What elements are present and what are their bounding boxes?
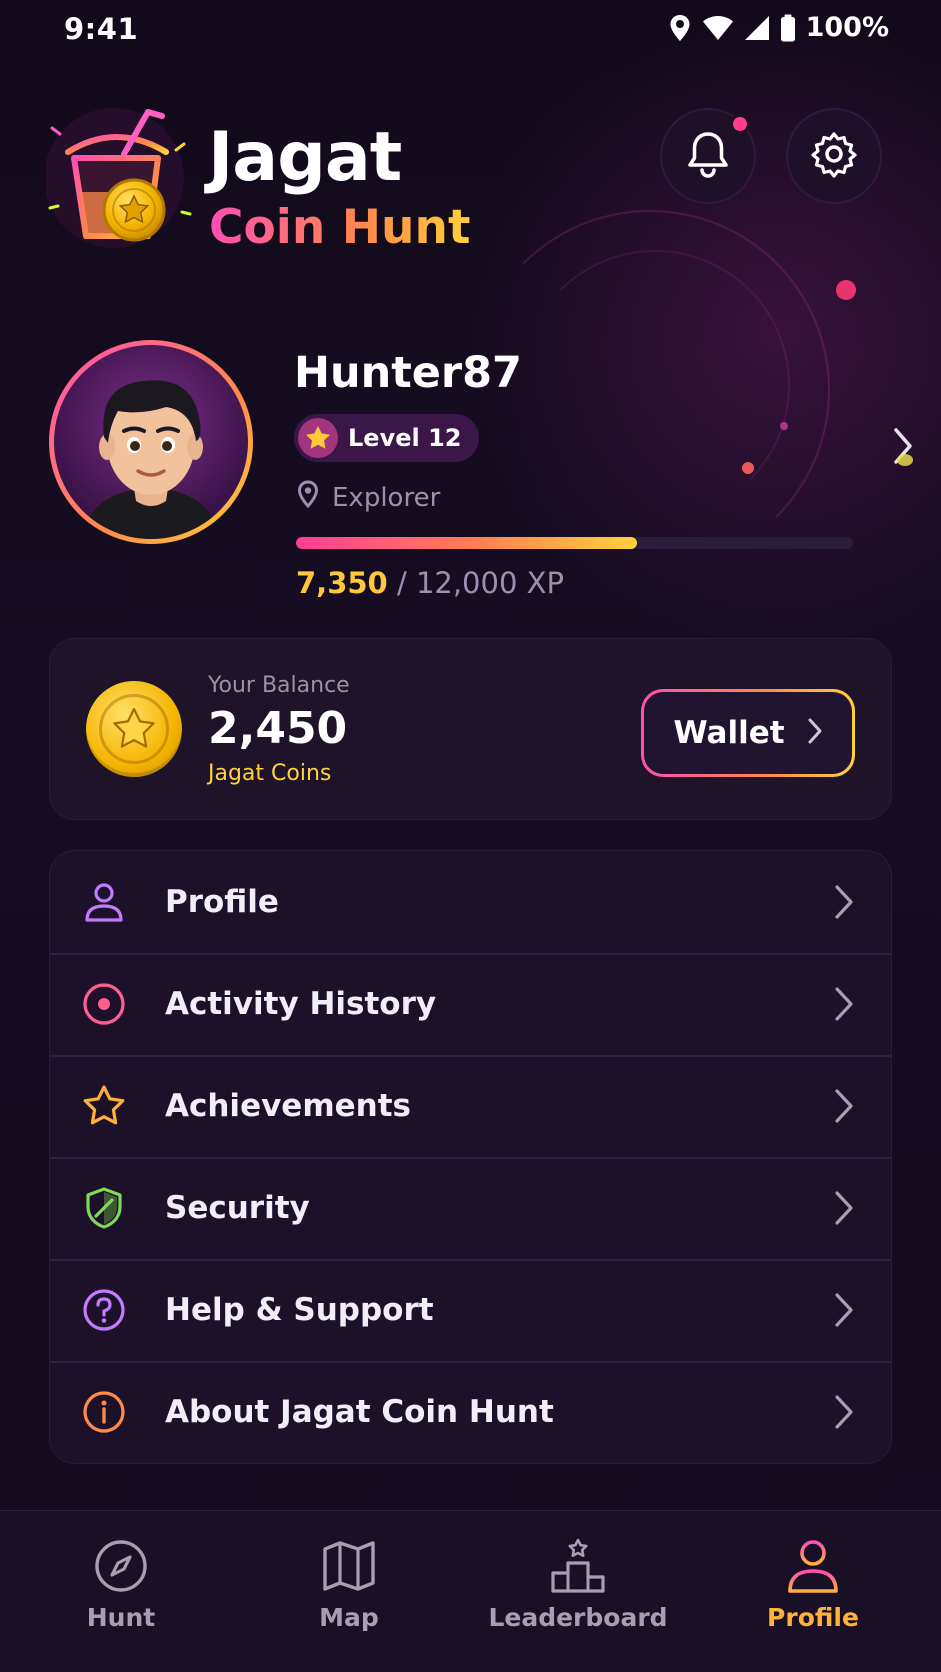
settings-menu: Profile Activity History Achievements Se…: [49, 850, 892, 1464]
menu-label: Activity History: [165, 986, 437, 1022]
chevron-right-icon[interactable]: [891, 424, 915, 472]
nav-label: Map: [319, 1603, 379, 1632]
location-icon: [668, 14, 692, 42]
person-icon: [82, 880, 126, 924]
level-label: Level 12: [348, 424, 462, 452]
xp-total: / 12,000 XP: [387, 566, 564, 600]
nav-profile[interactable]: Profile: [713, 1537, 913, 1647]
nav-label: Hunt: [86, 1603, 156, 1632]
notifications-button[interactable]: [660, 108, 756, 204]
bell-icon: [685, 130, 731, 182]
rank: Explorer: [296, 480, 440, 515]
balance-value: 2,450: [208, 703, 348, 754]
nav-leaderboard[interactable]: Leaderboard: [478, 1537, 678, 1647]
avatar[interactable]: [49, 340, 253, 544]
menu-item-profile[interactable]: Profile: [50, 851, 891, 953]
notification-badge: [730, 114, 750, 134]
menu-label: Security: [165, 1190, 310, 1226]
app-title: Jagat: [208, 118, 402, 197]
gear-icon: [810, 130, 858, 182]
xp-progress-fill: [296, 537, 638, 549]
podium-icon: [549, 1537, 607, 1595]
nav-label: Leaderboard: [488, 1603, 668, 1632]
avatar-image: [54, 345, 248, 539]
chevron-right-icon: [833, 1292, 855, 1332]
map-icon: [320, 1537, 378, 1595]
chevron-right-icon: [833, 986, 855, 1026]
wifi-icon: [702, 15, 734, 41]
battery-percent: 100%: [805, 12, 889, 43]
menu-label: Profile: [165, 884, 279, 920]
status-bar: 9:41 100%: [0, 0, 941, 60]
menu-label: Achievements: [165, 1088, 411, 1124]
menu-item-security[interactable]: Security: [50, 1157, 891, 1259]
chevron-right-icon: [807, 717, 823, 749]
menu-label: Help & Support: [165, 1292, 434, 1328]
decorative-dot: [780, 422, 788, 430]
wallet-button[interactable]: Wallet: [641, 689, 855, 777]
decorative-dot: [836, 280, 856, 300]
wallet-label: Wallet: [673, 715, 785, 751]
balance-label: Your Balance: [208, 673, 350, 698]
app-subtitle: Coin Hunt: [209, 200, 471, 255]
nav-map[interactable]: Map: [249, 1537, 449, 1647]
menu-item-achievements[interactable]: Achievements: [50, 1055, 891, 1157]
star-icon: [298, 418, 338, 458]
xp-current: 7,350: [296, 566, 388, 600]
menu-item-help-support[interactable]: Help & Support: [50, 1259, 891, 1361]
chevron-right-icon: [833, 1394, 855, 1434]
person-icon: [784, 1537, 842, 1595]
coin-icon: [86, 681, 182, 777]
bottom-navigation: Hunt Map Leaderboard Profile: [0, 1510, 941, 1672]
balance-unit: Jagat Coins: [208, 761, 332, 786]
username: Hunter87: [294, 348, 522, 398]
app-logo: [44, 100, 196, 260]
rank-label: Explorer: [332, 482, 441, 513]
status-time: 9:41: [64, 12, 139, 46]
battery-icon: [780, 14, 796, 42]
compass-icon: [92, 1537, 150, 1595]
signal-icon: [744, 15, 770, 41]
chevron-right-icon: [833, 1190, 855, 1230]
location-pin-icon: [296, 480, 320, 515]
xp-progress-bar: [296, 537, 853, 549]
chevron-right-icon: [833, 884, 855, 924]
level-badge: Level 12: [294, 414, 480, 462]
nav-label: Profile: [767, 1603, 859, 1632]
question-icon: [82, 1288, 126, 1332]
target-icon: [82, 982, 126, 1026]
balance-card: Your Balance 2,450 Jagat Coins Wallet: [49, 638, 892, 820]
app-screen: 9:41 100% Jagat Coin Hunt Hunter87 Level…: [0, 0, 941, 1672]
settings-button[interactable]: [786, 108, 882, 204]
decorative-dot: [742, 462, 754, 474]
xp-text: 7,350 / 12,000 XP: [296, 566, 564, 600]
shield-icon: [82, 1186, 126, 1230]
menu-item-activity-history[interactable]: Activity History: [50, 953, 891, 1055]
star-icon: [82, 1084, 126, 1128]
chevron-right-icon: [833, 1088, 855, 1128]
nav-hunt[interactable]: Hunt: [21, 1537, 221, 1647]
menu-item-about[interactable]: About Jagat Coin Hunt: [50, 1361, 891, 1463]
status-icons: 100%: [668, 12, 889, 43]
decorative-arc: [520, 250, 790, 520]
menu-label: About Jagat Coin Hunt: [165, 1394, 554, 1430]
info-icon: [82, 1390, 126, 1434]
